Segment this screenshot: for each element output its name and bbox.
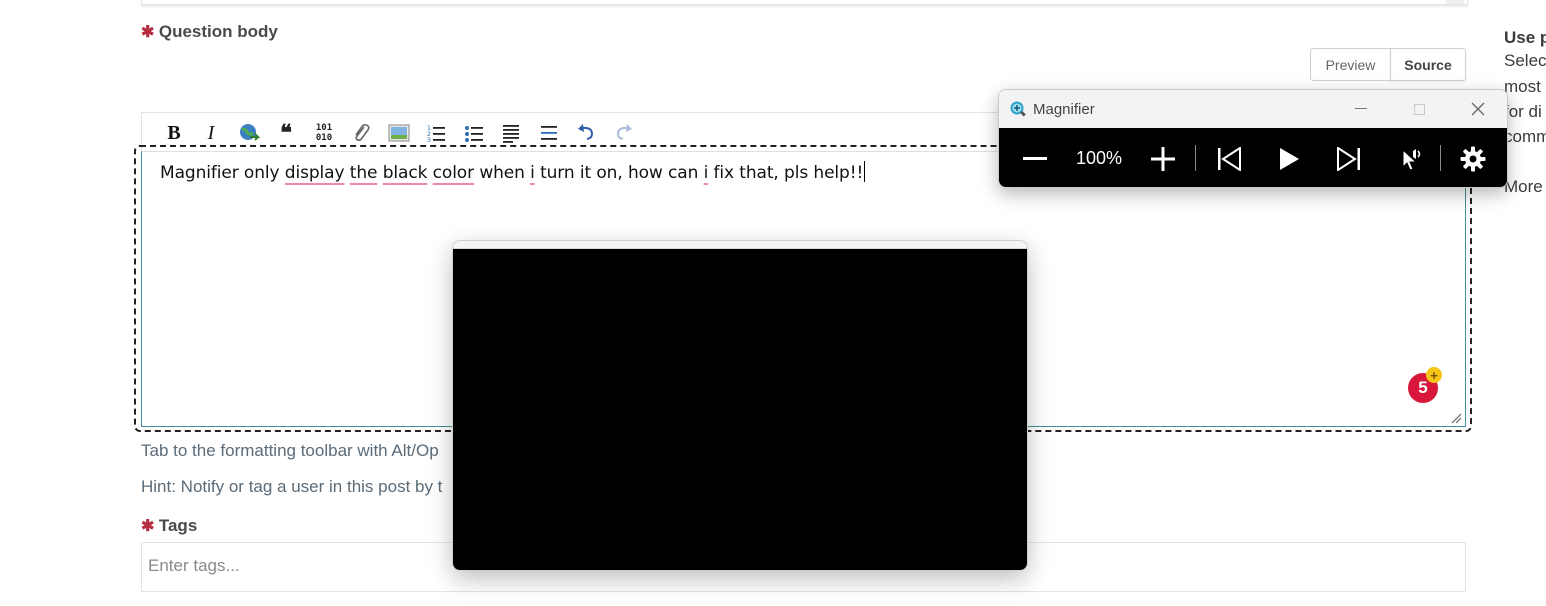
zoom-level: 100%: [1075, 148, 1123, 168]
resize-handle-icon[interactable]: [1450, 411, 1462, 429]
required-mark: ✱: [141, 24, 155, 41]
attachment-icon[interactable]: [348, 121, 374, 145]
zoom-out-icon[interactable]: [1017, 128, 1053, 187]
required-mark: ✱: [141, 518, 155, 535]
magnifier-controls: 100%: [999, 128, 1507, 187]
preview-button[interactable]: Preview: [1310, 48, 1391, 81]
sidebar-text-line: most: [1504, 77, 1541, 96]
read-from-pointer-icon[interactable]: [1391, 128, 1431, 187]
sidebar-text-line: for di: [1504, 102, 1542, 121]
close-icon[interactable]: [1467, 98, 1489, 120]
tags-placeholder: Enter tags...: [148, 556, 240, 575]
next-icon[interactable]: [1329, 128, 1369, 187]
sidebar-text-line: Select: [1504, 51, 1546, 70]
notify-hint: Hint: Notify or tag a user in this post …: [141, 477, 443, 496]
minimize-icon[interactable]: [1350, 98, 1372, 120]
question-body-label: ✱ Question body: [141, 22, 278, 42]
previous-icon[interactable]: [1209, 128, 1249, 187]
align-icon[interactable]: [498, 121, 524, 145]
question-body-label-text: Question body: [158, 22, 278, 41]
tags-label-text: Tags: [158, 516, 198, 535]
numbered-list-icon[interactable]: 123: [423, 121, 449, 145]
sidebar-more-link[interactable]: More: [1504, 177, 1546, 197]
zoom-in-icon[interactable]: [1145, 128, 1181, 187]
magnifier-window: Magnifier 100%: [998, 89, 1508, 188]
toolbar-hint: Tab to the formatting toolbar with Alt/O…: [141, 441, 439, 460]
maximize-icon[interactable]: [1408, 98, 1430, 120]
magnifier-lens: [452, 240, 1028, 571]
play-icon[interactable]: [1269, 128, 1309, 187]
image-icon[interactable]: [386, 121, 412, 145]
separator: [1440, 145, 1441, 171]
sidebar-heading: Use p: [1504, 28, 1546, 47]
badge-plus-icon: +: [1426, 367, 1442, 383]
tags-label: ✱ Tags: [141, 516, 197, 536]
text-caret: [864, 161, 866, 182]
bulleted-list-icon[interactable]: [461, 121, 487, 145]
lens-frame: [453, 241, 1027, 249]
magnifier-title: Magnifier: [1033, 101, 1095, 118]
quote-icon[interactable]: ❝: [273, 120, 299, 145]
redo-icon[interactable]: [611, 121, 637, 145]
undo-icon[interactable]: [573, 121, 599, 145]
title-input-scrollbar: [1446, 0, 1464, 4]
separator: [1195, 145, 1196, 171]
code-icon[interactable]: 101 010: [311, 121, 337, 145]
settings-gear-icon[interactable]: [1455, 128, 1491, 187]
question-body-text[interactable]: Magnifier only display the black color w…: [160, 161, 866, 183]
source-button[interactable]: Source: [1390, 48, 1466, 81]
italic-icon[interactable]: I: [198, 121, 224, 145]
sidebar-text-line: comm: [1504, 127, 1546, 146]
magnifier-app-icon: [1009, 100, 1027, 123]
horizontal-rule-icon[interactable]: [536, 121, 562, 145]
bold-icon[interactable]: B: [161, 121, 187, 145]
svg-text:3: 3: [427, 137, 431, 143]
title-input-edge: [141, 0, 1468, 5]
link-icon[interactable]: [236, 121, 262, 145]
lens-view-black: [453, 249, 1027, 570]
magnifier-titlebar[interactable]: Magnifier: [999, 90, 1507, 128]
